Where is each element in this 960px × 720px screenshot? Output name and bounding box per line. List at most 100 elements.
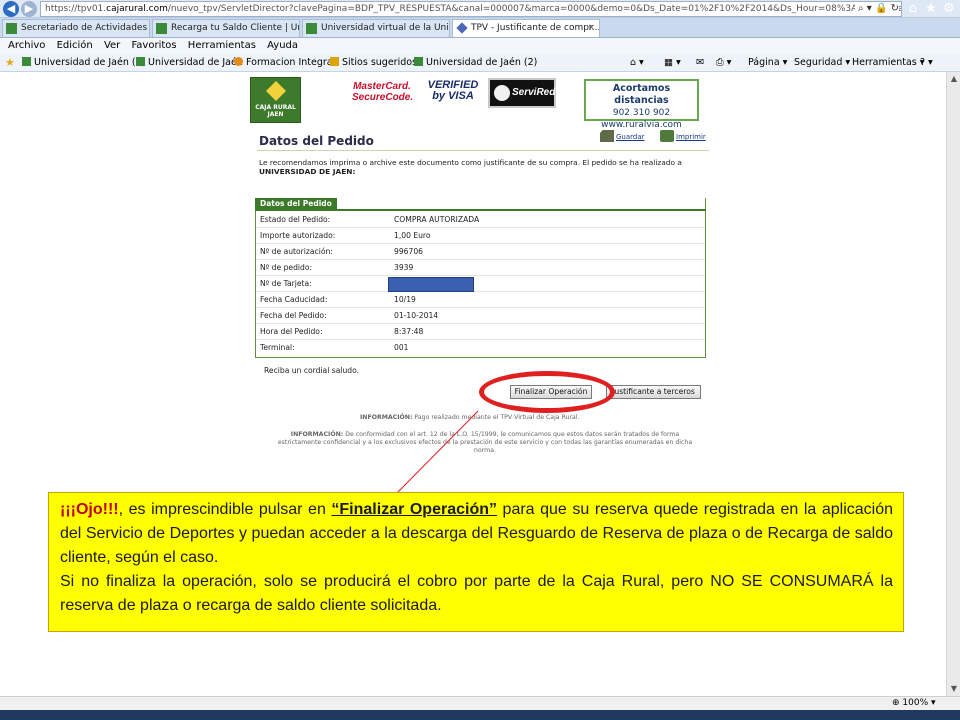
favorites-star-icon[interactable]: ★ <box>922 0 940 18</box>
url-prefix: https://tpv01. <box>45 4 107 14</box>
callout-finalizar: “Finalizar Operación” <box>331 501 497 518</box>
windows-taskbar <box>0 710 960 720</box>
title-divider <box>257 150 709 151</box>
tpv-favicon-icon <box>456 22 468 34</box>
printer-icon <box>660 130 674 142</box>
home-command-icon[interactable]: ⌂ ▾ <box>630 54 644 72</box>
order-row-caducidad: Fecha Caducidad: 10/19 <box>256 292 705 308</box>
tab-bar: Secretariado de Actividades Fís... Recar… <box>0 18 960 38</box>
close-tab-icon[interactable]: × <box>587 20 595 37</box>
order-row-estado: Estado del Pedido: COMPRA AUTORIZADA <box>256 212 705 228</box>
favorites-bar: ★ Universidad de Jaén (3) Universidad de… <box>0 54 960 72</box>
home-icon[interactable]: ⌂ <box>904 0 922 18</box>
menu-archivo[interactable]: Archivo <box>8 40 45 51</box>
favorite-formacion[interactable]: Formacion Integral <box>234 54 335 72</box>
greeting-text: Reciba un cordial saludo. <box>264 366 360 375</box>
safety-menu[interactable]: Seguridad ▾ <box>794 54 850 72</box>
favorite-label: Universidad de Jaén (2) <box>426 57 538 68</box>
order-row-pedido: Nº de pedido: 3939 <box>256 260 705 276</box>
tab-tpv-justificante[interactable]: TPV - Justificante de compr... × <box>452 19 600 37</box>
servired-emblem-icon <box>494 85 510 101</box>
save-link[interactable]: Guardar <box>600 130 645 142</box>
menu-ayuda[interactable]: Ayuda <box>267 40 298 51</box>
university-favicon-icon <box>22 57 31 66</box>
row-value: 996706 <box>394 247 423 256</box>
order-row-autorizacion: Nº de autorización: 996706 <box>256 244 705 260</box>
order-panel-divider <box>255 209 706 211</box>
contact-title: Acortamos distancias <box>612 83 671 106</box>
status-bar: ⊕ 100% ▾ <box>0 696 960 710</box>
favorites-star-icon[interactable]: ★ <box>5 54 15 72</box>
highlight-ellipse <box>479 371 615 413</box>
url-actions-icons[interactable]: ⌕ ▾ 🔒 ↻ <box>855 2 899 16</box>
page-menu[interactable]: Página ▾ <box>748 54 787 72</box>
tab-label: Recarga tu Saldo Cliente | Univ... <box>171 23 299 33</box>
feeds-command-icon[interactable]: ▦ ▾ <box>664 54 681 72</box>
favorite-universidad[interactable]: Universidad de Jaén <box>136 54 243 72</box>
payment-info-line: INFORMACIÓN: Pago realizado mediante el … <box>360 414 580 421</box>
info-label: INFORMACIÓN: <box>360 414 413 421</box>
print-command-icon[interactable]: ⎙ ▾ <box>716 54 731 72</box>
tab-recarga[interactable]: Recarga tu Saldo Cliente | Univ... <box>152 19 300 37</box>
back-arrow-icon[interactable]: ◀ <box>3 1 19 17</box>
forward-arrow-icon[interactable]: ▶ <box>21 1 37 17</box>
tab-label: TPV - Justificante de compr... <box>471 23 600 33</box>
servired-logo: ServiRed <box>488 78 556 108</box>
info-label: INFORMACIÓN: <box>290 431 344 438</box>
scroll-up-icon[interactable]: ▲ <box>947 72 960 86</box>
scroll-down-icon[interactable]: ▼ <box>947 682 960 696</box>
order-row-fecha: Fecha del Pedido: 01-10-2014 <box>256 308 705 324</box>
merchant-name: UNIVERSIDAD DE JAEN: <box>259 167 356 176</box>
menu-favoritos[interactable]: Favoritos <box>131 40 176 51</box>
order-row-hora: Hora del Pedido: 8:37:48 <box>256 324 705 340</box>
favorite-universidad-2[interactable]: Universidad de Jaén (2) <box>414 54 537 72</box>
callout-ojo: ¡¡¡Ojo!!! <box>60 501 119 518</box>
order-row-terminal: Terminal: 001 <box>256 340 705 356</box>
university-favicon-icon <box>306 23 317 34</box>
tab-secretariado[interactable]: Secretariado de Actividades Fís... <box>2 19 150 37</box>
menu-herramientas[interactable]: Herramientas <box>188 40 256 51</box>
tab-universidad-virtual[interactable]: Universidad virtual de la Univer... <box>302 19 450 37</box>
print-link[interactable]: Imprimir <box>660 130 706 142</box>
university-favicon-icon <box>414 57 423 66</box>
tools-menu[interactable]: Herramientas ▾ <box>852 54 925 72</box>
callout-text-1: , es imprescindible pulsar en <box>118 501 332 518</box>
vertical-scrollbar[interactable]: ▲ ▼ <box>946 72 960 696</box>
callout-text-3: Si no finaliza la operación, solo se pro… <box>60 573 893 614</box>
info-line-text: Pago realizado mediante el TPV Virtual d… <box>414 414 580 421</box>
menu-ver[interactable]: Ver <box>104 40 120 51</box>
menu-edicion[interactable]: Edición <box>57 40 93 51</box>
favorite-label: Universidad de Jaén <box>148 57 243 68</box>
favorite-sitios-sugeridos[interactable]: Sitios sugeridos <box>330 54 417 72</box>
print-label: Imprimir <box>676 133 706 141</box>
mail-command-icon[interactable]: ✉ <box>696 54 704 72</box>
row-value: 8:37:48 <box>394 327 424 336</box>
help-menu-icon[interactable]: ? ▾ <box>920 54 933 72</box>
row-value: 10/19 <box>394 295 416 304</box>
row-label: Terminal: <box>260 343 295 352</box>
verified-by-visa-logo: VERIFIED by VISA <box>427 79 479 102</box>
row-value: 01-10-2014 <box>394 311 439 320</box>
order-row-importe: Importe autorizado: 1,00 Euro <box>256 228 705 244</box>
caja-rural-logo-text: CAJA RURAL JAEN <box>255 104 296 118</box>
caja-rural-logo: CAJA RURAL JAEN <box>250 77 301 123</box>
bing-favicon-icon <box>330 57 339 66</box>
row-label: Nº de pedido: <box>260 263 313 272</box>
zoom-control[interactable]: ⊕ 100% ▾ <box>892 697 936 710</box>
caja-rural-emblem-icon <box>266 81 286 101</box>
row-label: Fecha Caducidad: <box>260 295 328 304</box>
justificante-terceros-button[interactable]: Justificante a terceros <box>606 385 701 399</box>
url-input[interactable]: https://tpv01.cajarural.com/nuevo_tpv/Se… <box>40 1 902 17</box>
favorite-universidad-3[interactable]: Universidad de Jaén (3) <box>22 54 145 72</box>
menu-bar: Archivo Edición Ver Favoritos Herramient… <box>0 38 960 54</box>
settings-gear-icon[interactable]: ⚙ <box>940 0 958 18</box>
favorite-label: Sitios sugeridos <box>342 57 417 68</box>
card-number-redaction <box>388 277 474 292</box>
servired-logo-text: ServiRed <box>512 87 556 98</box>
save-label: Guardar <box>616 133 645 141</box>
mastercard-securecode-logo: MasterCard. SecureCode. <box>352 81 414 103</box>
tab-label: Universidad virtual de la Univer... <box>321 23 449 33</box>
zoom-icon: ⊕ <box>892 698 900 708</box>
contact-banner[interactable]: Acortamos distancias 902 310 902 www.rur… <box>584 79 699 130</box>
row-label: Importe autorizado: <box>260 231 336 240</box>
